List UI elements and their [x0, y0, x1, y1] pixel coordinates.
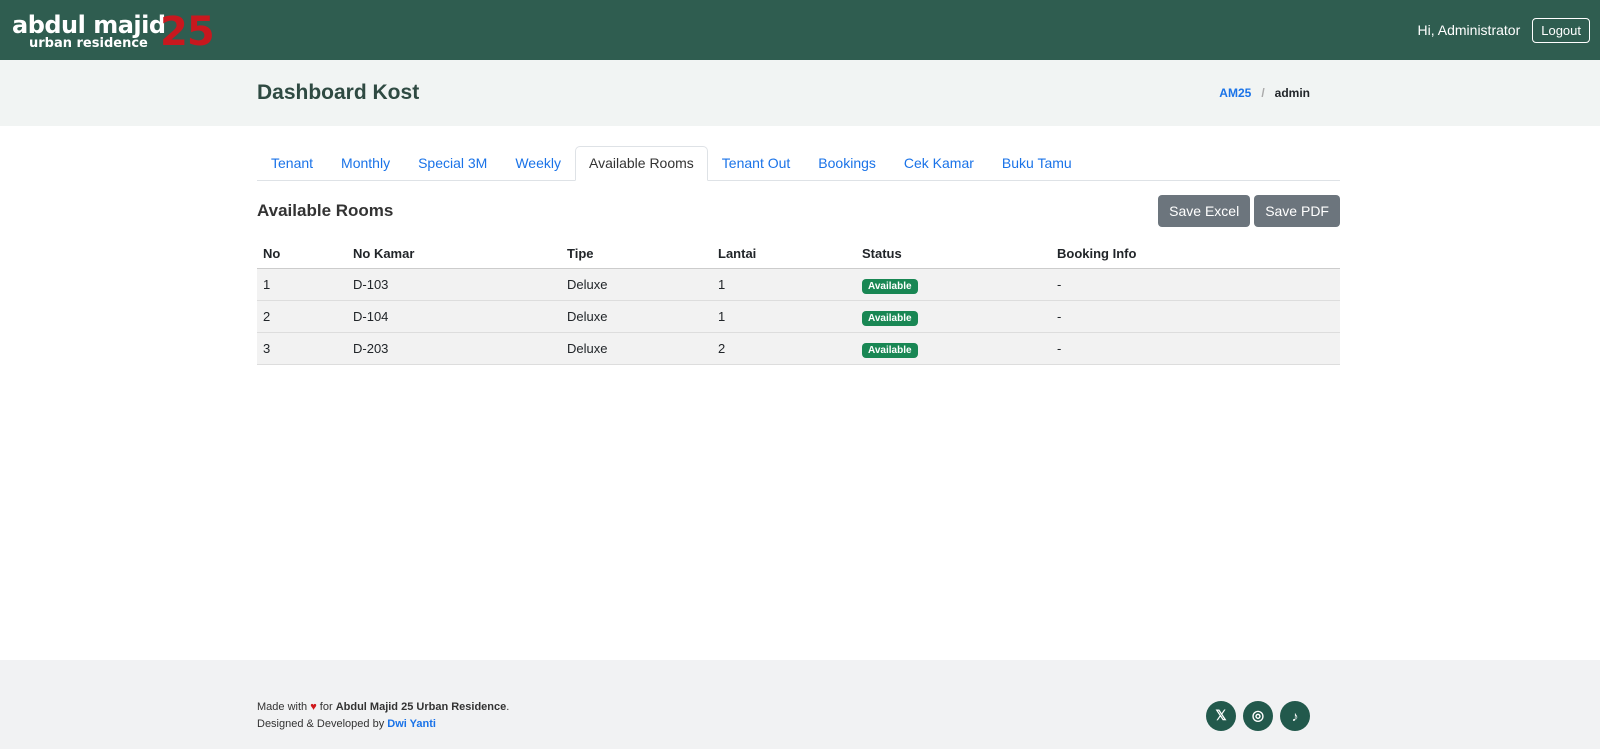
table-cell: Deluxe	[561, 268, 712, 301]
table-cell: -	[1051, 300, 1340, 333]
footer-org: Abdul Majid 25 Urban Residence	[335, 700, 507, 713]
table-cell: 2	[257, 300, 347, 333]
logo-subtext: urban residence	[29, 36, 148, 51]
table-cell: 1	[712, 300, 856, 333]
table-cell: Deluxe	[561, 300, 712, 333]
table-cell: Available	[856, 268, 1051, 301]
page-title: Dashboard Kost	[257, 81, 420, 104]
footer-designed-text: Designed & Developed by	[257, 717, 385, 730]
tab-weekly[interactable]: Weekly	[501, 146, 575, 180]
tab-tenant[interactable]: Tenant	[257, 146, 327, 180]
tab-bookings[interactable]: Bookings	[804, 146, 890, 180]
tab-tenant-out[interactable]: Tenant Out	[708, 146, 805, 180]
logout-button[interactable]: Logout	[1532, 17, 1590, 43]
table-cell: 1	[257, 268, 347, 301]
footer-made-text: Made with	[257, 700, 308, 713]
table-cell: -	[1051, 268, 1340, 301]
x-twitter-icon[interactable]: 𝕏	[1206, 700, 1236, 731]
section-title: Available Rooms	[257, 201, 394, 220]
table-cell: Available	[856, 300, 1051, 333]
col-no-kamar: No Kamar	[347, 239, 561, 269]
tab-buku-tamu[interactable]: Buku Tamu	[988, 146, 1086, 180]
developer-link[interactable]: Dwi Yanti	[387, 718, 436, 730]
page-header: Dashboard Kost AM25 / admin	[0, 60, 1600, 126]
status-badge: Available	[862, 343, 918, 358]
breadcrumb-separator: /	[1261, 86, 1265, 100]
table-cell: -	[1051, 332, 1340, 365]
tiktok-icon[interactable]: ♪	[1280, 700, 1310, 731]
tab-monthly[interactable]: Monthly	[327, 146, 404, 180]
table-row: 1 D-103 Deluxe 1 Available -	[257, 268, 1340, 301]
instagram-icon[interactable]: ◎	[1243, 700, 1273, 731]
col-tipe: Tipe	[561, 239, 712, 269]
col-status: Status	[856, 239, 1051, 269]
footer-dot: .	[506, 700, 510, 713]
table-cell: 3	[257, 332, 347, 365]
top-navbar: abdul majid urban residence 25 Hi, Admin…	[0, 0, 1600, 60]
table-row: 3 D-203 Deluxe 2 Available -	[257, 332, 1340, 365]
table-row: 2 D-104 Deluxe 1 Available -	[257, 300, 1340, 333]
col-no: No	[257, 239, 347, 269]
rooms-table: No No Kamar Tipe Lantai Status Booking I…	[257, 239, 1340, 365]
table-cell: D-103	[347, 268, 561, 301]
col-booking-info: Booking Info	[1051, 239, 1340, 269]
save-pdf-button[interactable]: Save PDF	[1254, 195, 1340, 227]
save-excel-button[interactable]: Save Excel	[1158, 195, 1251, 227]
tab-cek-kamar[interactable]: Cek Kamar	[890, 146, 988, 180]
footer: Made with ♥ for Abdul Majid 25 Urban Res…	[0, 660, 1600, 749]
breadcrumb: AM25 / admin	[1219, 86, 1310, 100]
table-cell: D-203	[347, 332, 561, 365]
tab-special-3m[interactable]: Special 3M	[404, 146, 501, 180]
breadcrumb-current: admin	[1274, 86, 1310, 100]
breadcrumb-home[interactable]: AM25	[1219, 86, 1251, 100]
status-badge: Available	[862, 311, 918, 326]
table-cell: 1	[712, 268, 856, 301]
tab-available-rooms[interactable]: Available Rooms	[575, 146, 708, 181]
col-lantai: Lantai	[712, 239, 856, 269]
status-badge: Available	[862, 279, 918, 294]
table-cell: Available	[856, 332, 1051, 365]
table-cell: D-104	[347, 300, 561, 333]
heart-icon: ♥	[310, 700, 317, 713]
footer-for-text: for	[319, 700, 333, 713]
brand-logo[interactable]: abdul majid urban residence 25	[12, 5, 215, 55]
table-cell: 2	[712, 332, 856, 365]
tab-bar: Tenant Monthly Special 3M Weekly Availab…	[257, 146, 1340, 181]
logo-number: 25	[160, 9, 215, 55]
logo-text: abdul majid	[12, 11, 166, 39]
user-greeting: Hi, Administrator	[1417, 22, 1521, 38]
table-cell: Deluxe	[561, 332, 712, 365]
